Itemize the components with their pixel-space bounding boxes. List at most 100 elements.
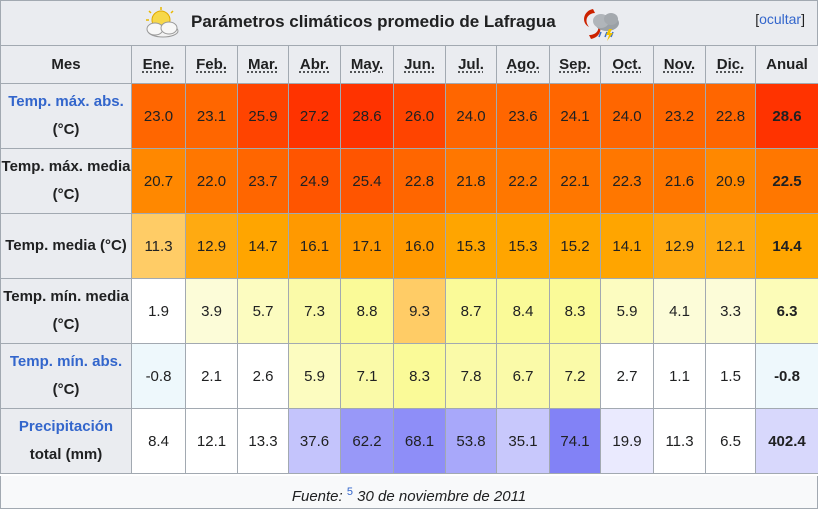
month-header[interactable]: Nov. — [654, 46, 706, 84]
table-cell: 53.8 — [446, 409, 497, 474]
source-label: Fuente: — [292, 488, 343, 505]
title-bar: Parámetros climáticos promedio de Lafrag… — [0, 0, 818, 45]
row-header: Temp. media (°C) — [1, 214, 132, 279]
table-cell: 23.2 — [654, 84, 706, 149]
mes-header: Mes — [1, 46, 132, 84]
table-cell: 68.1 — [394, 409, 446, 474]
source-date: 30 de noviembre de 2011 — [357, 488, 526, 505]
table-cell: 8.8 — [341, 279, 394, 344]
table-cell: 5.7 — [238, 279, 289, 344]
month-header[interactable]: Dic. — [706, 46, 756, 84]
table-cell: 7.2 — [550, 344, 601, 409]
annual-cell: -0.8 — [756, 344, 818, 409]
table-cell: 24.0 — [601, 84, 654, 149]
row-header-unit: (°C) — [53, 121, 80, 138]
storm-cloud-icon — [579, 5, 621, 43]
table-row: Precipitación total (mm)8.412.113.337.66… — [1, 409, 818, 474]
reference-link[interactable]: 5 — [347, 486, 353, 498]
table-cell: 6.7 — [497, 344, 550, 409]
month-header[interactable]: Ene. — [132, 46, 186, 84]
hide-link[interactable]: ocultar — [759, 11, 801, 27]
row-header-link[interactable]: Precipitación — [19, 418, 113, 435]
table-cell: 12.1 — [706, 214, 756, 279]
table-row: Temp. media (°C)11.312.914.716.117.116.0… — [1, 214, 818, 279]
month-header[interactable]: Jun. — [394, 46, 446, 84]
month-header[interactable]: Abr. — [289, 46, 341, 84]
source-footer: Fuente: 5 30 de noviembre de 2011 — [0, 476, 818, 509]
table-cell: 2.1 — [186, 344, 238, 409]
table-row: Temp. máx. media (°C)20.722.023.724.925.… — [1, 149, 818, 214]
table-cell: 21.8 — [446, 149, 497, 214]
table-cell: 74.1 — [550, 409, 601, 474]
table-cell: 2.7 — [601, 344, 654, 409]
table-cell: 37.6 — [289, 409, 341, 474]
table-cell: 13.3 — [238, 409, 289, 474]
table-cell: 14.1 — [601, 214, 654, 279]
row-header: Temp. mín. abs. (°C) — [1, 344, 132, 409]
table-cell: 11.3 — [654, 409, 706, 474]
month-header[interactable]: Sep. — [550, 46, 601, 84]
month-header[interactable]: Jul. — [446, 46, 497, 84]
table-cell: 24.0 — [446, 84, 497, 149]
anual-header: Anual — [756, 46, 818, 84]
table-cell: 5.9 — [601, 279, 654, 344]
header-row: Mes Ene. Feb. Mar. Abr. May. Jun. Jul. A… — [1, 46, 818, 84]
annual-cell: 22.5 — [756, 149, 818, 214]
table-cell: 9.3 — [394, 279, 446, 344]
page-title: Parámetros climáticos promedio de Lafrag… — [191, 12, 556, 32]
table-cell: 22.3 — [601, 149, 654, 214]
table-cell: 21.6 — [654, 149, 706, 214]
table-cell: 15.3 — [497, 214, 550, 279]
sun-cloud-icon — [141, 7, 183, 39]
annual-cell: 6.3 — [756, 279, 818, 344]
row-header-label: Temp. media (°C) — [5, 237, 127, 254]
row-header-label: Temp. máx. media (°C) — [2, 158, 131, 203]
table-cell: 2.6 — [238, 344, 289, 409]
table-cell: 26.0 — [394, 84, 446, 149]
table-cell: 22.1 — [550, 149, 601, 214]
table-cell: 25.4 — [341, 149, 394, 214]
table-cell: 20.9 — [706, 149, 756, 214]
table-cell: 22.8 — [394, 149, 446, 214]
table-cell: 1.5 — [706, 344, 756, 409]
month-header[interactable]: May. — [341, 46, 394, 84]
row-header-unit: (°C) — [53, 381, 80, 398]
climate-table: Mes Ene. Feb. Mar. Abr. May. Jun. Jul. A… — [0, 45, 818, 474]
month-header[interactable]: Ago. — [497, 46, 550, 84]
month-header[interactable]: Feb. — [186, 46, 238, 84]
table-cell: 1.1 — [654, 344, 706, 409]
table-cell: 11.3 — [132, 214, 186, 279]
row-header-link[interactable]: Temp. mín. abs. — [10, 353, 122, 370]
table-cell: 8.3 — [550, 279, 601, 344]
annual-cell: 402.4 — [756, 409, 818, 474]
table-cell: 23.0 — [132, 84, 186, 149]
table-cell: 1.9 — [132, 279, 186, 344]
month-header[interactable]: Oct. — [601, 46, 654, 84]
table-cell: 17.1 — [341, 214, 394, 279]
annual-cell: 14.4 — [756, 214, 818, 279]
table-cell: 8.3 — [394, 344, 446, 409]
table-cell: 5.9 — [289, 344, 341, 409]
table-cell: 22.0 — [186, 149, 238, 214]
row-header: Precipitación total (mm) — [1, 409, 132, 474]
table-cell: 14.7 — [238, 214, 289, 279]
table-cell: 16.0 — [394, 214, 446, 279]
row-header-label: Temp. mín. media (°C) — [3, 288, 129, 333]
table-cell: 19.9 — [601, 409, 654, 474]
table-cell: 7.3 — [289, 279, 341, 344]
table-cell: -0.8 — [132, 344, 186, 409]
climate-box: Parámetros climáticos promedio de Lafrag… — [0, 0, 818, 509]
table-row: Temp. máx. abs. (°C)23.023.125.927.228.6… — [1, 84, 818, 149]
row-header-link[interactable]: Temp. máx. abs. — [8, 93, 124, 110]
table-cell: 3.9 — [186, 279, 238, 344]
table-cell: 24.1 — [550, 84, 601, 149]
table-cell: 28.6 — [341, 84, 394, 149]
month-header[interactable]: Mar. — [238, 46, 289, 84]
table-cell: 8.7 — [446, 279, 497, 344]
table-cell: 6.5 — [706, 409, 756, 474]
row-header: Temp. máx. abs. (°C) — [1, 84, 132, 149]
table-cell: 23.1 — [186, 84, 238, 149]
table-cell: 15.3 — [446, 214, 497, 279]
table-cell: 7.1 — [341, 344, 394, 409]
table-cell: 62.2 — [341, 409, 394, 474]
